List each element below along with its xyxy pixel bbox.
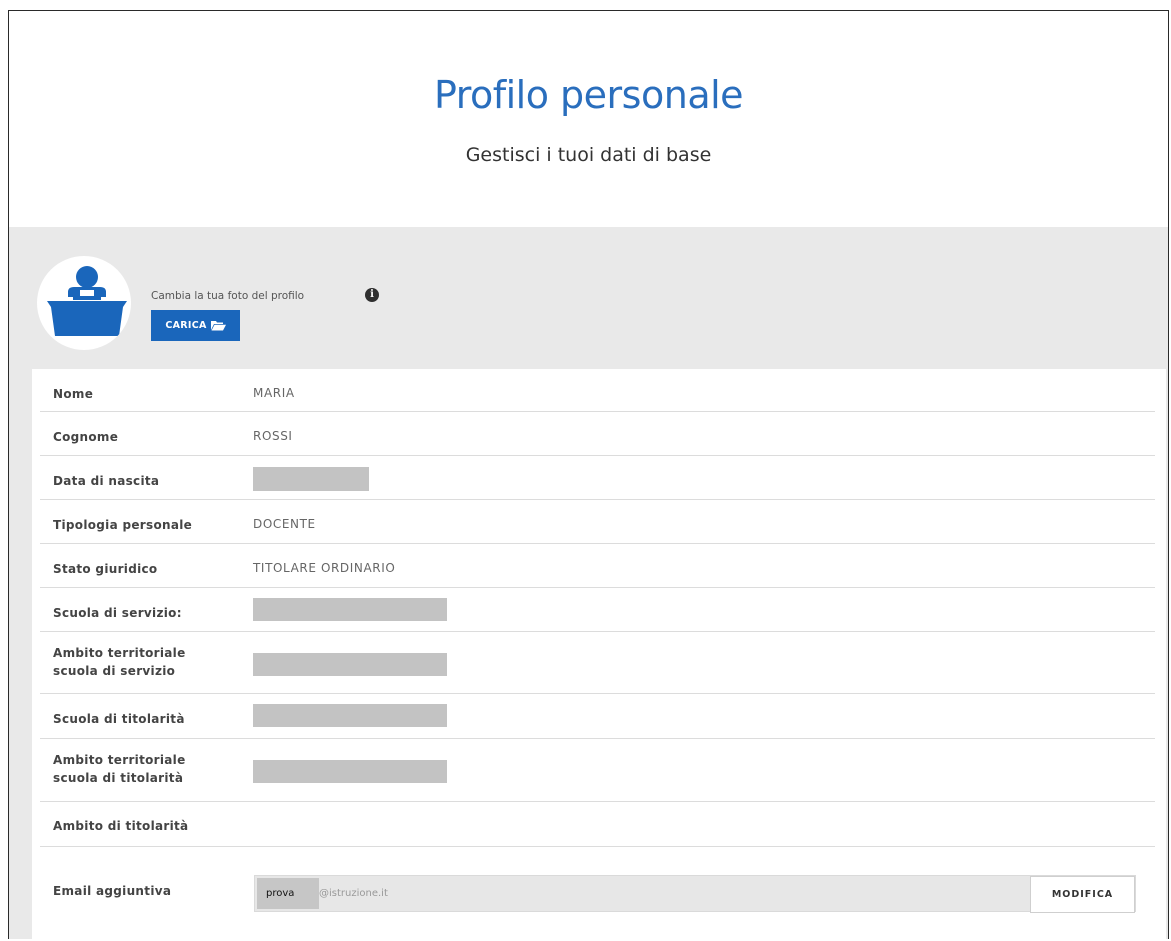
- page-frame: Profilo personale Gestisci i tuoi dati d…: [8, 10, 1169, 939]
- upload-button-label: CARICA: [165, 320, 207, 331]
- field-label: Ambito territoriale scuola di titolarità: [53, 753, 186, 785]
- info-icon[interactable]: i: [365, 288, 379, 302]
- field-row-stato-giuridico: Stato giuridico TITOLARE ORDINARIO: [40, 544, 1155, 588]
- email-field[interactable]: prova @istruzione.it MODIFICA: [254, 875, 1136, 913]
- field-label: Nome: [53, 387, 94, 401]
- field-row-ambito-servizio: Ambito territoriale scuola di servizio: [40, 632, 1155, 694]
- email-prefix: prova: [257, 878, 319, 909]
- field-row-ambito-titolarita: Ambito di titolarità: [40, 802, 1155, 847]
- field-value: DOCENTE: [253, 517, 316, 531]
- field-label: Scuola di servizio:: [53, 606, 182, 620]
- redacted-value: [253, 598, 447, 621]
- field-row-scuola-servizio: Scuola di servizio:: [40, 588, 1155, 632]
- page-header: Profilo personale Gestisci i tuoi dati d…: [9, 11, 1168, 227]
- field-row-nome: Nome MARIA: [40, 369, 1155, 412]
- field-row-cognome: Cognome ROSSI: [40, 412, 1155, 456]
- field-label: Data di nascita: [53, 474, 160, 488]
- field-label: Ambito di titolarità: [53, 819, 189, 833]
- change-photo-label: Cambia la tua foto del profilo: [151, 290, 305, 302]
- redacted-value: [253, 760, 447, 783]
- field-row-ambito-titolarita-scuola: Ambito territoriale scuola di titolarità: [40, 739, 1155, 802]
- field-label: Stato giuridico: [53, 562, 158, 576]
- field-row-tipologia: Tipologia personale DOCENTE: [40, 500, 1155, 544]
- field-value: MARIA: [253, 386, 295, 400]
- page-title: Profilo personale: [433, 73, 744, 117]
- page-subtitle: Gestisci i tuoi dati di base: [465, 144, 712, 166]
- field-label: Ambito territoriale scuola di servizio: [53, 646, 186, 678]
- field-label: Cognome: [53, 430, 119, 444]
- field-row-data-nascita: Data di nascita: [40, 456, 1155, 500]
- folder-open-icon: [210, 321, 226, 331]
- upload-button[interactable]: CARICA: [151, 310, 240, 341]
- field-label: Tipologia personale: [53, 518, 193, 532]
- personal-data-panel: Nome MARIA Cognome ROSSI Data di nascita…: [32, 369, 1166, 939]
- redacted-value: [253, 704, 447, 727]
- redacted-value: [253, 467, 369, 491]
- avatar: [37, 256, 131, 350]
- modify-email-button[interactable]: MODIFICA: [1030, 876, 1135, 913]
- email-domain: @istruzione.it: [319, 888, 388, 899]
- field-value: ROSSI: [253, 429, 293, 443]
- email-label: Email aggiuntiva: [53, 884, 172, 898]
- redacted-value: [253, 653, 447, 676]
- field-value: TITOLARE ORDINARIO: [253, 561, 396, 575]
- user-desk-icon: [47, 266, 127, 336]
- field-row-scuola-titolarita: Scuola di titolarità: [40, 694, 1155, 739]
- field-label: Scuola di titolarità: [53, 712, 185, 726]
